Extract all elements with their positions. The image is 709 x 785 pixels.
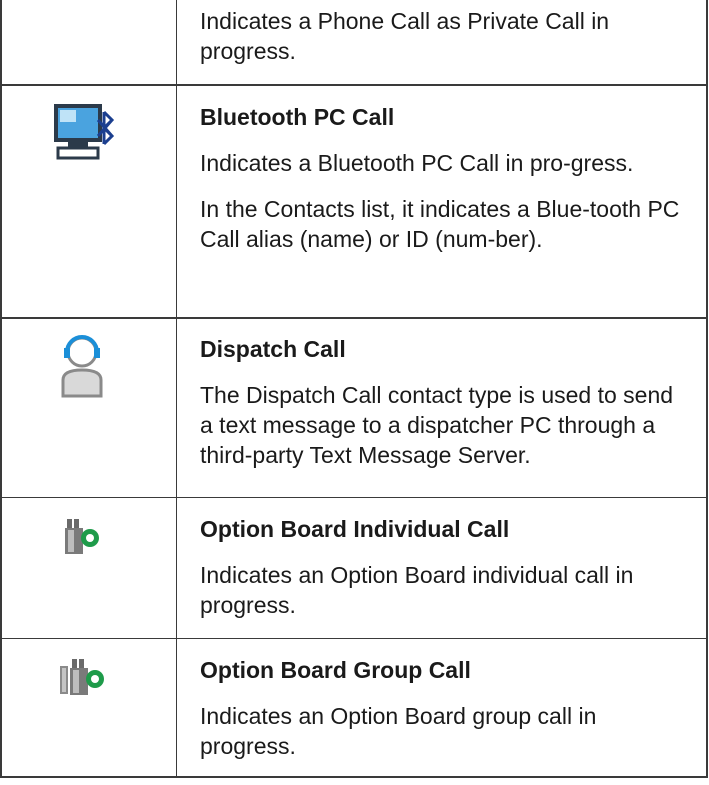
dispatch-call-icon [57, 334, 107, 403]
bluetooth-pc-call-icon [50, 102, 120, 169]
table-column-divider [176, 0, 177, 778]
table-row: Option Board Individual Call Indicates a… [200, 514, 690, 620]
row-divider [0, 317, 708, 319]
table-row: Indicates a Phone Call as Private Call i… [200, 6, 690, 66]
row-description: Indicates a Bluetooth PC Call in pro-gre… [200, 150, 634, 176]
table-bottom-border [0, 776, 708, 778]
option-board-group-call-icon [58, 656, 108, 703]
row-title: Dispatch Call [200, 336, 346, 362]
table-row: Bluetooth PC Call Indicates a Bluetooth … [200, 102, 690, 254]
row-title: Bluetooth PC Call [200, 104, 395, 130]
row-title: Option Board Group Call [200, 657, 471, 683]
table-row: Dispatch Call The Dispatch Call contact … [200, 334, 690, 470]
table-left-border [0, 0, 2, 778]
row-description: The Dispatch Call contact type is used t… [200, 382, 674, 468]
row-divider [0, 638, 708, 639]
row-description: Indicates a Phone Call as Private Call i… [200, 8, 610, 64]
row-description: In the Contacts list, it indicates a Blu… [200, 196, 680, 252]
row-title: Option Board Individual Call [200, 516, 510, 542]
icon-table: Indicates a Phone Call as Private Call i… [0, 0, 709, 785]
row-description: Indicates an Option Board individual cal… [200, 562, 634, 618]
row-description: Indicates an Option Board group call in … [200, 703, 597, 759]
option-board-individual-call-icon [64, 516, 104, 561]
row-divider [0, 497, 708, 498]
table-right-border [706, 0, 708, 778]
row-divider [0, 84, 708, 86]
table-row: Option Board Group Call Indicates an Opt… [200, 655, 690, 761]
